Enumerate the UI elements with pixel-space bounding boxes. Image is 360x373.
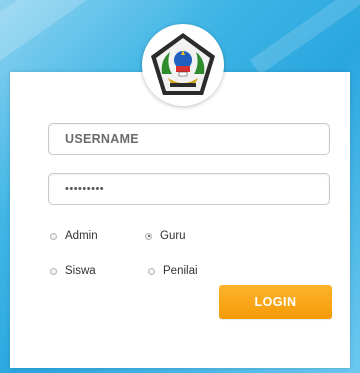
login-card: [10, 72, 350, 368]
radio-circle-icon[interactable]: [148, 267, 155, 275]
login-button[interactable]: LOGIN: [219, 285, 332, 319]
pentagon-school-emblem-icon: [151, 33, 215, 95]
role-radio-penilai[interactable]: Penilai: [148, 265, 198, 277]
role-radio-siswa[interactable]: Siswa: [50, 265, 96, 277]
role-label-guru: Guru: [160, 230, 186, 242]
role-radio-guru[interactable]: Guru: [145, 230, 186, 242]
role-label-admin: Admin: [65, 230, 98, 242]
background-streak: [250, 0, 360, 75]
radio-circle-icon[interactable]: [50, 267, 57, 275]
role-label-penilai: Penilai: [163, 265, 198, 277]
radio-circle-icon[interactable]: [50, 232, 57, 240]
role-label-siswa: Siswa: [65, 265, 96, 277]
school-logo: [142, 24, 224, 106]
role-radio-admin[interactable]: Admin: [50, 230, 98, 242]
radio-circle-checked-icon[interactable]: [145, 232, 152, 240]
password-input[interactable]: [48, 173, 330, 205]
username-input[interactable]: [48, 123, 330, 155]
